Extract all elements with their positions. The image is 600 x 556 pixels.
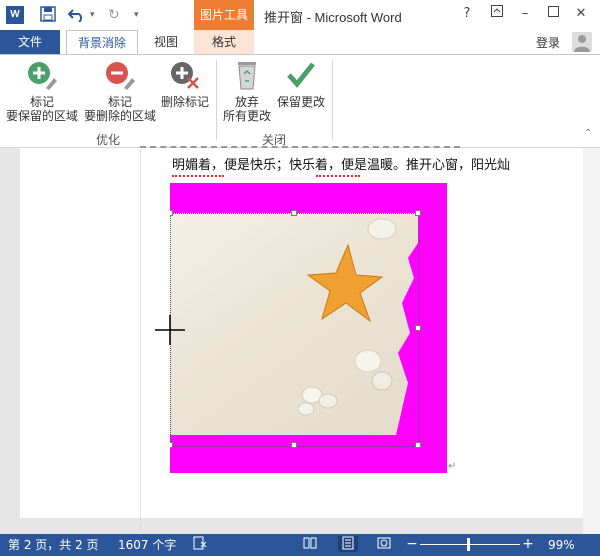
- crop-selection-box[interactable]: [170, 213, 420, 447]
- tab-file[interactable]: 文件: [0, 30, 60, 54]
- save-icon[interactable]: [40, 6, 56, 27]
- plus-pencil-icon: [4, 60, 80, 93]
- keep-changes-label: 保留更改: [276, 95, 325, 109]
- mark-remove-line1: 标记: [107, 95, 132, 109]
- help-button[interactable]: ?: [456, 4, 478, 24]
- discard-line2: 所有更改: [222, 109, 271, 123]
- discard-line1: 放弃: [234, 95, 259, 109]
- discard-all-changes-button[interactable]: 放弃 所有更改: [220, 60, 274, 123]
- crosshair-cursor-icon: [155, 315, 185, 345]
- tab-format[interactable]: 格式: [194, 30, 254, 54]
- mark-keep-line2: 要保留的区域: [5, 109, 78, 123]
- avatar[interactable]: [572, 32, 592, 52]
- spelling-underline: [172, 172, 224, 177]
- spelling-underline: [316, 172, 360, 177]
- resize-handle[interactable]: [415, 325, 421, 331]
- keep-changes-button[interactable]: 保留更改: [274, 60, 328, 109]
- resize-handle[interactable]: [415, 442, 421, 448]
- mark-remove-line2: 要删除的区域: [83, 109, 156, 123]
- word-count-status[interactable]: 1607 个字: [118, 534, 176, 556]
- window-title: 推开窗 - Microsoft Word: [264, 10, 402, 25]
- collapse-ribbon-icon[interactable]: ⌃: [584, 128, 592, 139]
- group-separator: [216, 60, 217, 140]
- paragraph-mark-icon: ↵: [448, 461, 457, 472]
- undo-dropdown-icon[interactable]: ▾: [90, 6, 95, 24]
- mark-keep-line1: 标记: [29, 95, 54, 109]
- clipped-text-line: [140, 146, 460, 152]
- group-separator: [332, 60, 333, 140]
- proofing-icon[interactable]: [192, 536, 208, 552]
- mark-areas-to-remove-button[interactable]: 标记 要删除的区域: [82, 60, 158, 123]
- resize-handle[interactable]: [415, 210, 421, 216]
- zoom-slider-thumb[interactable]: [467, 538, 470, 551]
- minimize-button[interactable]: –: [514, 4, 536, 24]
- mark-areas-to-keep-button[interactable]: 标记 要保留的区域: [4, 60, 80, 123]
- sign-in-link[interactable]: 登录: [536, 34, 560, 51]
- recycle-bin-icon: [220, 60, 274, 93]
- picture-background-removal[interactable]: [170, 183, 447, 473]
- print-layout-icon[interactable]: [338, 536, 358, 552]
- ribbon-display-options-icon[interactable]: [486, 4, 508, 24]
- zoom-slider-track[interactable]: [420, 544, 520, 545]
- tab-background-removal[interactable]: 背景消除: [66, 30, 138, 54]
- document-text-line[interactable]: 明媚着，便是快乐；快乐着，便是温暖。推开心窗，阳光灿: [172, 154, 510, 173]
- picture-tools-context-label: 图片工具: [194, 0, 254, 30]
- resize-handle[interactable]: [170, 210, 173, 216]
- read-mode-icon[interactable]: [302, 536, 318, 552]
- resize-handle[interactable]: [291, 210, 297, 216]
- delete-mark-label: 删除标记: [160, 95, 209, 109]
- resize-handle[interactable]: [170, 442, 173, 448]
- customize-toolbar-icon[interactable]: ▾: [134, 6, 139, 24]
- undo-icon[interactable]: [67, 6, 86, 27]
- maximize-button[interactable]: [542, 4, 564, 24]
- tab-view[interactable]: 视图: [142, 30, 190, 54]
- web-layout-icon[interactable]: [376, 536, 392, 552]
- zoom-in-button[interactable]: +: [522, 536, 534, 552]
- word-app-icon[interactable]: W: [6, 6, 24, 24]
- close-button[interactable]: ✕: [570, 4, 592, 24]
- redo-icon[interactable]: ↻: [108, 6, 120, 24]
- minus-pencil-icon: [82, 60, 158, 93]
- zoom-out-button[interactable]: −: [406, 536, 418, 552]
- resize-handle[interactable]: [291, 442, 297, 448]
- page-count-status[interactable]: 第 2 页，共 2 页: [8, 534, 99, 556]
- zoom-level[interactable]: 99%: [548, 534, 575, 556]
- margin-guide: [140, 150, 141, 530]
- delete-mark-icon: [158, 60, 212, 93]
- vertical-scrollbar[interactable]: [583, 148, 600, 534]
- checkmark-icon: [274, 60, 328, 93]
- delete-mark-button[interactable]: 删除标记: [158, 60, 212, 109]
